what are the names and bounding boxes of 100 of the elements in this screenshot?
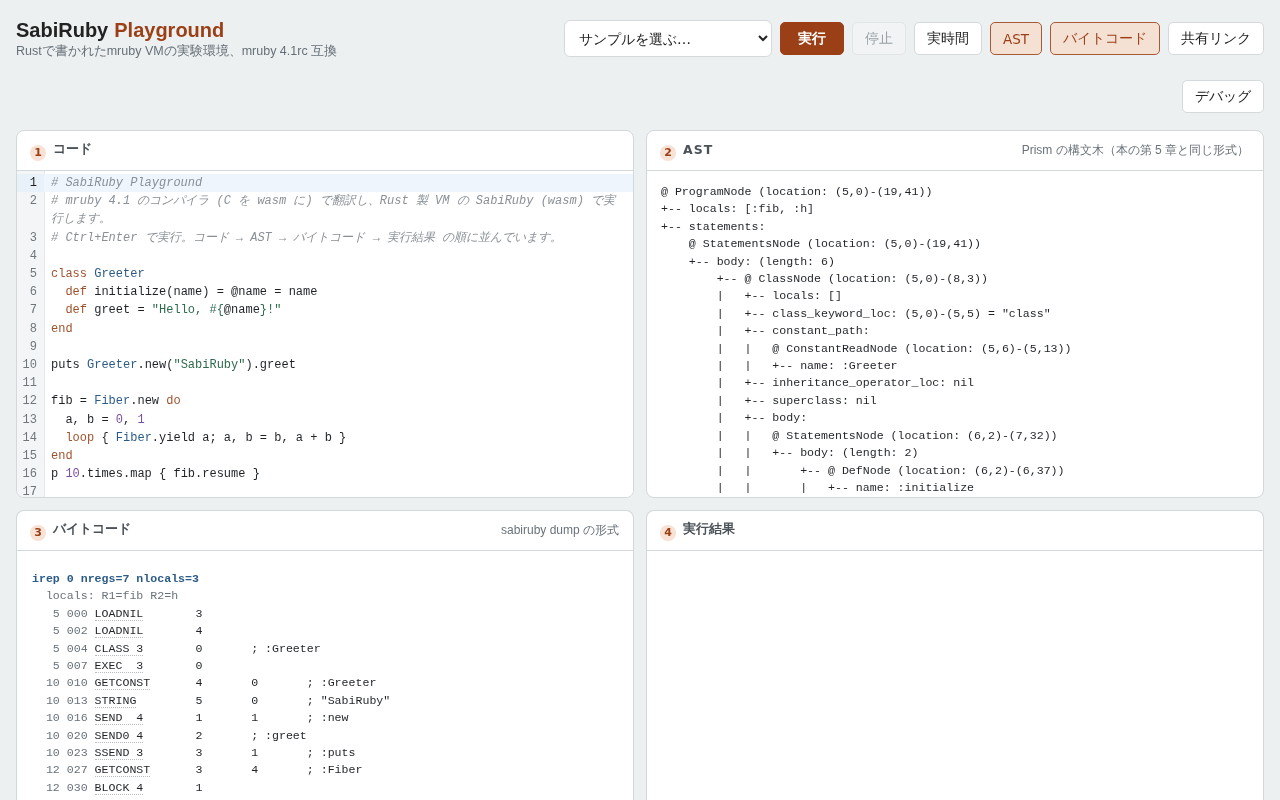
opcode[interactable]: SSEND 3 (94, 746, 144, 761)
instruction-address: 004 (66, 640, 88, 657)
operand: 4 (251, 763, 259, 777)
ast-line: | +-- class_keyword_loc: (5,0)-(5,5) = "class" (715, 305, 1052, 322)
opcode[interactable]: EXEC 3 (94, 659, 144, 674)
line-number: 4 (28, 247, 38, 265)
source-line-number: 5 (51, 623, 60, 640)
instruction-comment: ; :greet (251, 728, 307, 742)
line-number: 2 (28, 193, 38, 211)
step-number: 4 (660, 524, 676, 541)
line-number: 11 (21, 375, 38, 393)
code-line: fib = Fiber.new do (50, 393, 182, 411)
code-line: loop { Fiber.yield a; a, b = b, a + b } (64, 429, 348, 447)
line-number: 7 (28, 302, 38, 320)
instruction-address: 002 (66, 623, 88, 640)
source-line-number: 12 (44, 762, 60, 779)
instruction-comment: ; :new (306, 711, 349, 725)
opcode[interactable]: STRING (94, 693, 137, 708)
source-line-number: 5 (51, 605, 60, 622)
line-number: 17 (21, 484, 38, 497)
operand: 3 (195, 606, 203, 620)
sample-select[interactable]: サンプルを選ぶ… (563, 20, 772, 57)
panel-title: 実行結果 (683, 521, 735, 538)
toolbar-button[interactable]: 実行 (779, 22, 844, 55)
step-number: 1 (30, 144, 46, 161)
operand: 4 (195, 676, 203, 690)
ast-line: @ ProgramNode (location: (5,0)-(19,41)) (661, 184, 934, 200)
instruction-address: 020 (66, 727, 88, 744)
source-line-number: 10 (44, 710, 60, 727)
operand: 0 (195, 659, 203, 673)
code-line: class Greeter (50, 266, 146, 283)
source-line-number: 5 (51, 640, 60, 657)
operand: 0 (195, 641, 203, 655)
instruction-address: 016 (66, 710, 88, 727)
step-number: 3 (30, 524, 46, 541)
operand: 1 (251, 746, 259, 760)
panel-title: バイトコード (53, 521, 131, 538)
step-number: 2 (660, 144, 676, 161)
line-number: 13 (21, 411, 38, 429)
operand: 1 (251, 711, 259, 725)
opcode[interactable]: SEND 4 (94, 711, 144, 726)
instruction-address: 000 (66, 605, 88, 622)
opcode[interactable]: LOADNIL (94, 606, 144, 621)
opcode[interactable]: CLASS 3 (94, 641, 144, 656)
code-line: puts Greeter.new("SabiRuby").greet (50, 357, 297, 375)
ast-line: | | @ StatementsNode (location: (6,2)-(7,32)) (715, 427, 1059, 444)
instruction-address: 013 (66, 692, 88, 709)
line-number: 14 (21, 429, 38, 447)
operand: 0 (251, 676, 259, 690)
operand: 3 (195, 746, 203, 760)
source-line-number: 10 (44, 675, 60, 692)
instruction-address: 023 (66, 745, 88, 762)
app-title-accent: Playground (114, 18, 225, 43)
ast-line: +-- body: (length: 6) (687, 253, 836, 270)
ast-line: +-- @ ClassNode (location: (5,0)-(8,3)) (715, 271, 989, 288)
instruction-address: 010 (66, 675, 88, 692)
opcode[interactable]: BLOCK 4 (94, 780, 144, 795)
panel-note: Prism の構文木（本の第 5 章と同じ形式） (1021, 142, 1249, 159)
panel-title: AST (683, 142, 714, 157)
ast-line: +-- locals: [:fib, :h] (661, 201, 816, 218)
ast-line: | | @ ConstantReadNode (location: (5,6)-(5,13)) (715, 340, 1073, 357)
ast-line: | +-- locals: [] (715, 288, 843, 305)
ast-line: | | +-- name: :Greeter (715, 358, 899, 375)
source-line-number: 10 (44, 692, 60, 709)
toolbar-button[interactable]: 実時間 (913, 22, 982, 55)
opcode[interactable]: GETCONST (94, 676, 151, 691)
line-number: 1 (17, 174, 44, 193)
code-line: def greet = "Hello, #{@name}!" (64, 302, 283, 320)
code-line: # Ctrl+Enter で実行。コード → AST → バイトコード → 実行結果 の順に並んでいます。 (50, 229, 564, 247)
opcode[interactable]: SEND0 4 (94, 728, 144, 743)
instruction-comment: ; :Fiber (306, 763, 363, 777)
code-line: # mruby 4.1 のコンパイラ (C を wasm に) で翻訳し、Rust 製 VM の SabiRuby (wasm) で実行します。 (50, 193, 618, 229)
code-line: p 10.times.map { fib.resume } (50, 466, 261, 484)
panel-title: コード (53, 141, 92, 158)
ast-line: | +-- superclass: nil (715, 392, 878, 409)
instruction-address: 027 (66, 762, 88, 779)
code-line: end (50, 320, 74, 338)
locals-line: locals: R1=fib R2=h (44, 588, 180, 605)
operand: 0 (251, 693, 259, 707)
operand: 1 (195, 780, 203, 794)
code-line: end (50, 448, 74, 466)
toolbar-button[interactable]: バイトコード (1050, 22, 1160, 55)
operand: 5 (195, 693, 203, 707)
line-number: 15 (21, 448, 38, 466)
line-number: 9 (28, 338, 38, 356)
app-title: SabiRuby (16, 18, 109, 43)
toolbar-button[interactable]: 共有リンク (1168, 22, 1264, 55)
operand: 4 (195, 624, 203, 638)
opcode[interactable]: GETCONST (94, 763, 151, 778)
source-line-number: 10 (44, 745, 60, 762)
operand: 2 (195, 728, 203, 742)
operand: 1 (195, 711, 203, 725)
opcode[interactable]: LOADNIL (94, 624, 144, 639)
source-line-number: 12 (44, 779, 60, 796)
instruction-comment: ; :Greeter (306, 676, 377, 690)
code-line: def initialize(name) = @name = name (64, 284, 319, 302)
operand: 3 (195, 763, 203, 777)
toolbar-button[interactable]: デバッグ (1182, 80, 1264, 113)
toolbar-button[interactable]: AST (989, 22, 1042, 55)
instruction-address: 030 (66, 779, 88, 796)
